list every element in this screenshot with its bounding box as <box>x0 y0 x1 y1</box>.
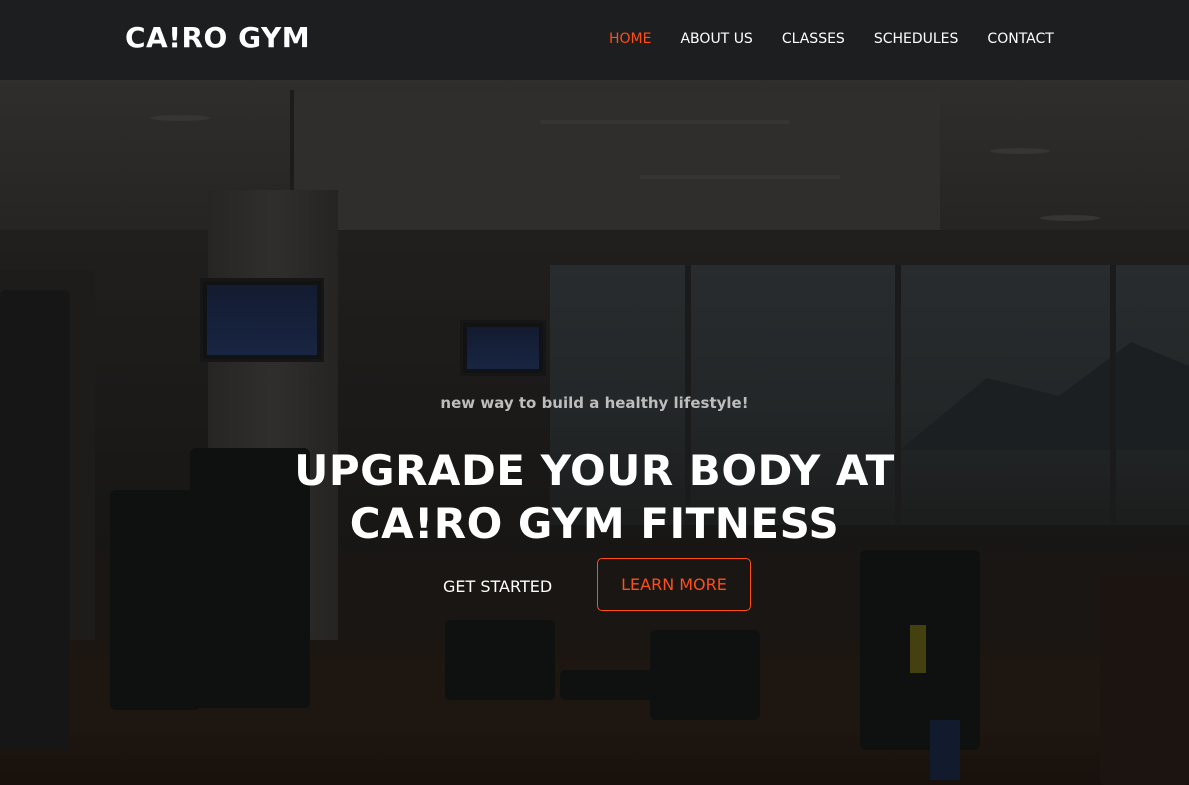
nav-schedules-link[interactable]: SCHEDULES <box>874 31 959 47</box>
nav-classes-link[interactable]: CLASSES <box>782 31 845 47</box>
learn-more-button[interactable]: LEARN MORE <box>597 558 751 611</box>
hero-headline-line2: CA!RO GYM FITNESS <box>349 499 840 548</box>
nav-contact-link[interactable]: CONTACT <box>987 31 1053 47</box>
hero-headline: UPGRADE YOUR BODY AT CA!RO GYM FITNESS <box>0 444 1189 550</box>
site-logo[interactable]: CA!RO GYM <box>125 21 310 54</box>
get-started-button[interactable]: GET STARTED <box>443 575 552 597</box>
main-nav: HOME ABOUT US CLASSES SCHEDULES CONTACT <box>609 31 1054 47</box>
nav-home-link[interactable]: HOME <box>609 31 651 47</box>
hero-tagline: new way to build a healthy lifestyle! <box>440 394 749 412</box>
hero-section: new way to build a healthy lifestyle! UP… <box>0 80 1189 785</box>
top-navbar: CA!RO GYM HOME ABOUT US CLASSES SCHEDULE… <box>0 0 1189 80</box>
nav-about-link[interactable]: ABOUT US <box>680 31 752 47</box>
hero-headline-line1: UPGRADE YOUR BODY AT <box>294 446 895 495</box>
hero-content: new way to build a healthy lifestyle! UP… <box>0 80 1189 785</box>
